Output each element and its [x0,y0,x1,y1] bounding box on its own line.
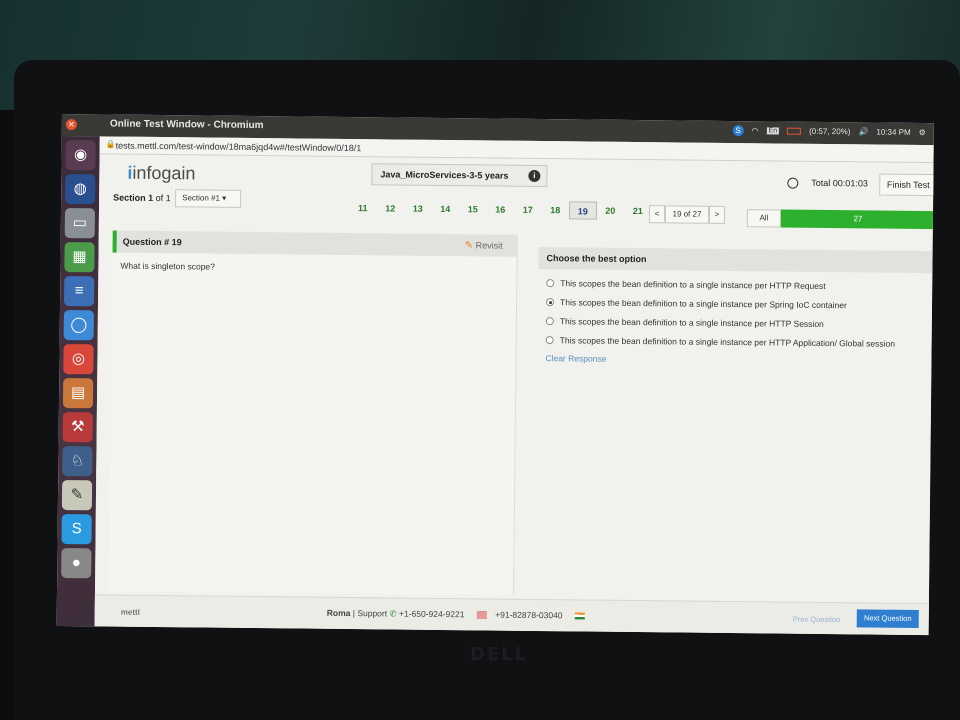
question-pager: < 19 of 27 > [648,205,726,224]
finish-test-button[interactable]: Finish Test [879,173,934,197]
info-icon[interactable]: i [528,169,541,183]
question-number-14[interactable]: 14 [431,200,459,218]
lock-icon: 🔒 [105,139,116,149]
mettl-logo: mettl [120,607,140,617]
system-tray: S ◠ En (0:57, 20%) 🔊 10:34 PM ⚙ [732,125,926,138]
question-number-21[interactable]: 21 [624,202,652,220]
test-name: Java_MicroServices-3-5 years [380,169,509,181]
section-dropdown[interactable]: Section #1 ▾ [175,189,242,208]
pgadmin-icon[interactable]: ♘ [62,446,93,477]
infogain-logo: iinfogain [127,162,196,184]
files-icon[interactable]: ▭ [64,208,96,239]
ubuntu-dash-icon[interactable]: ◉ [65,140,96,171]
ubuntu-launcher: ◉ ◍ ▭ ▦ ≡ ◯ ◎ ▤ ⚒ ♘ ✎ S ● [56,135,100,627]
total-timer: Total 00:01:03 [811,177,868,189]
answer-option-text: This scopes the bean definition to a sin… [559,335,896,349]
prev-question-button[interactable]: Prev Question [793,615,841,624]
question-number-13[interactable]: 13 [404,200,432,218]
skype-tray-icon[interactable]: S [732,125,744,137]
presentation-icon[interactable]: ▤ [62,378,94,409]
pager-next-button[interactable]: > [708,205,726,224]
question-number-12[interactable]: 12 [376,199,404,217]
attempted-count-bar: 27 [780,209,934,230]
question-header: Question # 19 ✎ Revisit [112,230,517,257]
close-window-button[interactable]: ✕ [65,119,77,131]
question-number-20[interactable]: 20 [596,202,624,220]
skype-icon[interactable]: S [61,514,92,545]
test-name-box: Java_MicroServices-3-5 years i [371,163,548,188]
browser-icon[interactable]: ◯ [63,310,94,341]
question-number-18[interactable]: 18 [541,201,569,219]
test-window: iinfogain Java_MicroServices-3-5 years i… [94,154,934,636]
document-icon[interactable]: ≡ [63,276,95,307]
answer-option[interactable]: This scopes the bean definition to a sin… [538,278,934,292]
logo-text: infogain [132,162,196,184]
clock-icon [787,177,799,189]
section-label: Section 1 of 1 [113,192,171,204]
text-editor-icon[interactable]: ✎ [61,480,93,511]
disk-icon[interactable]: ● [61,548,92,579]
device-logo: DELL [470,644,529,665]
settings-icon[interactable]: ⚒ [62,412,93,443]
radio-button[interactable] [546,279,555,288]
india-flag-icon [574,612,585,620]
url-text[interactable]: tests.mettl.com/test-window/18ma6jqd4w#/… [116,141,362,154]
question-text: What is singleton scope? [120,260,215,272]
battery-status: (0:57, 20%) [809,126,851,137]
laptop-screen: ✕ Online Test Window - Chromium S ◠ En (… [56,114,934,636]
pager-prev-button[interactable]: < [648,205,666,224]
window-title: Online Test Window - Chromium [109,118,264,132]
answer-option[interactable]: This scopes the bean definition to a sin… [538,316,934,330]
answer-option[interactable]: This scopes the bean definition to a sin… [538,335,934,349]
answer-option[interactable]: This scopes the bean definition to a sin… [538,297,934,311]
clear-response-link[interactable]: Clear Response [537,353,933,367]
question-number-11[interactable]: 11 [349,199,377,217]
phone-icon: ✆ [389,608,397,619]
keyboard-layout-indicator[interactable]: En [766,127,780,135]
revisit-icon: ✎ [464,240,474,252]
support-info: Roma | Support ✆ +1-650-924-9221 +91-828… [327,608,591,622]
question-number-16[interactable]: 16 [486,200,514,218]
radio-button[interactable] [545,317,554,326]
network-sphere-icon[interactable]: ◍ [65,174,96,205]
question-number-19[interactable]: 19 [568,201,597,220]
revisit-button[interactable]: ✎ Revisit [465,234,503,257]
pager-position: 19 of 27 [664,205,710,224]
question-navigator: 11 12 13 14 15 16 17 18 19 20 21 [349,199,652,220]
radio-button[interactable] [545,336,554,345]
next-question-button[interactable]: Next Question [856,609,919,628]
filter-all-button[interactable]: All [746,209,782,228]
options-list: This scopes the bean definition to a sin… [538,278,934,349]
battery-icon[interactable] [787,127,802,135]
answer-option-text: This scopes the bean definition to a sin… [559,316,824,329]
question-number: Question # 19 [122,236,182,248]
question-number-17[interactable]: 17 [514,201,542,219]
answer-option-text: This scopes the bean definition to a sin… [560,278,826,292]
spreadsheet-icon[interactable]: ▦ [64,242,95,273]
question-number-15[interactable]: 15 [459,200,487,218]
settings-gear-icon[interactable]: ⚙ [919,128,926,137]
clock[interactable]: 10:34 PM [876,128,910,137]
options-panel: Choose the best option This scopes the b… [535,246,934,601]
options-heading: Choose the best option [538,246,934,274]
question-panel: Question # 19 ✎ Revisit What is singleto… [109,230,518,595]
us-flag-icon [476,611,487,619]
answer-option-text: This scopes the bean definition to a sin… [560,297,847,311]
volume-icon[interactable]: 🔊 [858,127,868,136]
radio-button[interactable] [546,298,555,307]
wifi-icon[interactable]: ◠ [752,126,759,135]
chrome-icon[interactable]: ◎ [63,344,94,375]
